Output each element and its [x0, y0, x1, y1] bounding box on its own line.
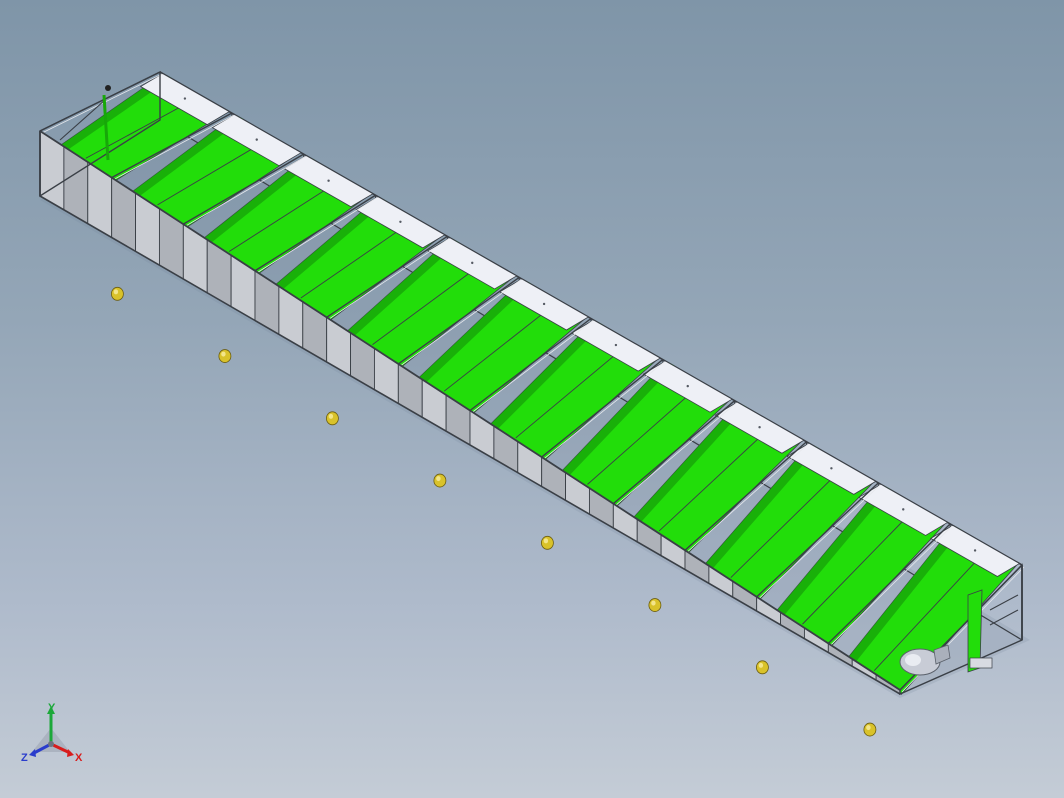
caster-wheel-icon	[541, 535, 554, 550]
triad-z-arrow-icon	[29, 749, 36, 757]
caster-wheel-icon	[111, 286, 124, 301]
caster-wheel-icon	[218, 349, 232, 363]
triad-x-arrow-icon	[67, 749, 74, 757]
cover-screw	[614, 343, 618, 347]
triad-z-label: Z	[21, 752, 28, 764]
cover-screw	[902, 508, 905, 511]
motor-highlight	[905, 654, 921, 666]
caster-wheel-icon	[756, 660, 769, 675]
cover-screw	[686, 384, 689, 388]
caster-wheel-icon	[863, 722, 877, 737]
caster-highlight	[651, 600, 656, 606]
conveyor-model[interactable]	[0, 0, 1064, 798]
cover-screw	[758, 426, 761, 429]
cover-screw	[471, 261, 474, 265]
caster-highlight	[758, 662, 764, 668]
cover-screw	[255, 138, 258, 141]
coordinate-triad: Y X Z	[21, 702, 83, 764]
front-top-rail	[39, 130, 901, 691]
triad-origin	[48, 741, 54, 747]
cover-screw	[542, 302, 546, 306]
drive-end-bracket	[969, 657, 993, 669]
caster-wheel-icon	[433, 473, 447, 488]
triad-x-label: X	[75, 752, 83, 764]
caster-highlight	[328, 413, 334, 419]
triad-y-label: Y	[48, 702, 56, 714]
caster-highlight	[221, 351, 226, 357]
right-end-brace	[989, 609, 1019, 626]
cover-screw	[327, 179, 330, 182]
caster-highlight	[866, 725, 871, 731]
cover-screw	[830, 467, 833, 470]
caster-highlight	[113, 289, 119, 295]
caster-highlight	[436, 476, 441, 482]
caster-highlight	[543, 538, 549, 544]
caster-wheel-icon	[325, 411, 339, 426]
caster-wheel-icon	[648, 598, 662, 612]
cover-screw	[399, 220, 402, 223]
cover-screw	[973, 549, 977, 552]
left-end-knob-icon	[105, 85, 111, 91]
cad-viewport[interactable]: Y X Z	[0, 0, 1064, 798]
cover-screw	[183, 97, 187, 100]
